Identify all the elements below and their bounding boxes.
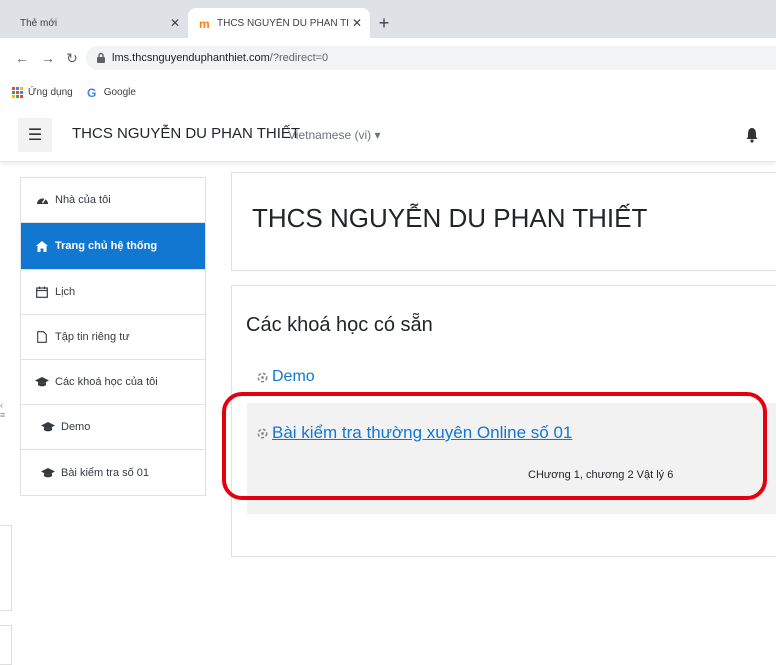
apps-grid-icon bbox=[12, 86, 23, 98]
graduation-cap-icon bbox=[41, 421, 55, 433]
sidebar-item-label: Tập tin riêng tư bbox=[55, 331, 130, 343]
tachometer-icon bbox=[35, 194, 49, 206]
tab-new-tab[interactable]: Thẻ mới ✕ bbox=[0, 8, 188, 38]
url-path: /?redirect=0 bbox=[269, 52, 329, 64]
sidebar-item-my-courses[interactable]: Các khoá học của tôi bbox=[21, 360, 205, 405]
bookmark-google[interactable]: G Google bbox=[87, 86, 136, 98]
sidebar-item-label: Trang chủ hệ thống bbox=[55, 240, 158, 252]
hamburger-icon: ☰ bbox=[27, 127, 43, 144]
close-icon[interactable]: ✕ bbox=[166, 16, 184, 30]
collapsed-block bbox=[0, 525, 12, 611]
sidebar-item-label: Lịch bbox=[55, 286, 76, 298]
bell-icon[interactable] bbox=[745, 126, 759, 144]
sidebar-item-label: Bài kiểm tra số 01 bbox=[61, 466, 150, 479]
bookmark-apps[interactable]: Ứng dụng bbox=[12, 86, 73, 98]
graduation-cap-icon bbox=[41, 467, 55, 479]
sidebar-item-dashboard[interactable]: Nhà của tôi bbox=[21, 178, 205, 223]
course-category-icon bbox=[257, 372, 268, 382]
sidebar-item-course-test[interactable]: Bài kiểm tra số 01 bbox=[21, 450, 205, 495]
collapsed-panel-edge[interactable]: ‹ ≡ bbox=[0, 400, 10, 430]
nav-drawer: Nhà của tôi Trang chủ hệ thống Lịch Tập … bbox=[20, 177, 206, 496]
sidebar-item-label: Nhà của tôi bbox=[55, 194, 111, 206]
bookmark-label: Google bbox=[103, 86, 136, 98]
file-icon bbox=[35, 331, 49, 343]
course-link-demo[interactable]: Demo bbox=[256, 368, 315, 386]
course-name: Demo bbox=[272, 368, 315, 385]
bookmark-label: Ứng dụng bbox=[28, 86, 73, 98]
graduation-cap-icon bbox=[35, 376, 49, 388]
url-host: lms.thcsnguyenduphanthiet.com bbox=[112, 52, 270, 64]
site-name-link[interactable]: THCS NGUYỄN DU PHAN THIẾT bbox=[72, 125, 300, 142]
svg-text:G: G bbox=[87, 86, 96, 98]
lock-icon bbox=[97, 52, 105, 63]
available-courses-heading: Các khoá học có sẵn bbox=[246, 314, 433, 336]
home-icon bbox=[35, 240, 49, 252]
moodle-favicon-icon: m bbox=[198, 16, 212, 30]
back-arrow-icon[interactable]: ← bbox=[14, 48, 30, 68]
forward-arrow-icon[interactable]: → bbox=[40, 48, 56, 68]
sidebar-item-label: Demo bbox=[61, 421, 91, 433]
sidebar-item-course-demo[interactable]: Demo bbox=[21, 405, 205, 450]
new-tab-plus-icon[interactable]: + bbox=[374, 14, 394, 32]
sidebar-item-label: Các khoá học của tôi bbox=[55, 376, 158, 388]
sidebar-item-private-files[interactable]: Tập tin riêng tư bbox=[21, 315, 205, 360]
collapsed-block bbox=[0, 625, 12, 665]
page-title: THCS NGUYỄN DU PHAN THIẾT bbox=[252, 203, 648, 233]
tab-title: Thẻ mới bbox=[20, 17, 58, 29]
highlight-annotation bbox=[222, 392, 767, 500]
menu-toggle-button[interactable]: ☰ bbox=[18, 118, 52, 152]
calendar-icon bbox=[35, 286, 49, 298]
reload-icon[interactable]: ↻ bbox=[64, 48, 80, 68]
bookmarks-bar: Ứng dụng G Google bbox=[0, 80, 776, 104]
google-icon: G bbox=[87, 86, 99, 98]
tab-title: THCS NGUYỄN DU PHAN THIẾT bbox=[217, 17, 348, 29]
tab-site[interactable]: m THCS NGUYỄN DU PHAN THIẾT ✕ bbox=[188, 8, 370, 38]
close-icon[interactable]: ✕ bbox=[348, 16, 366, 30]
url-input[interactable]: lms.thcsnguyenduphanthiet.com/?redirect=… bbox=[86, 46, 776, 70]
sidebar-item-site-home[interactable]: Trang chủ hệ thống bbox=[21, 223, 205, 270]
svg-text:m: m bbox=[199, 17, 210, 29]
sidebar-item-calendar[interactable]: Lịch bbox=[21, 270, 205, 315]
language-menu[interactable]: Vietnamese (vi) ▾ bbox=[288, 128, 381, 142]
